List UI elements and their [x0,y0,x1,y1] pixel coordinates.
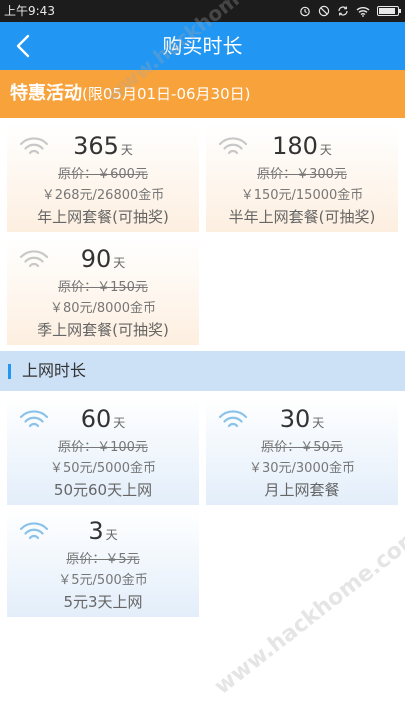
alarm-icon [300,6,310,17]
watermark: www.hackhome.com [210,523,405,700]
days-unit: 天 [120,143,133,157]
days-number: 60 [80,405,112,433]
days-unit: 天 [319,143,332,157]
days-number: 180 [272,132,318,160]
plan-name: 年上网套餐(可抽奖) [37,208,169,226]
sale-price: ￥268元/26800金币 [41,188,165,203]
sale-price: ￥30元/3000金币 [248,461,355,476]
status-bar: 上午9:43 [0,0,405,22]
plan-card-3[interactable]: 3天 原价：￥5元 ￥5元/500金币 5元3天上网 [7,509,199,617]
original-price: 原价：￥600元 [58,167,148,182]
sale-price: ￥80元/8000金币 [49,301,156,316]
promo-card-90[interactable]: 90 天 原价：￥150元 ￥80元/8000金币 季上网套餐(可抽奖) [7,237,199,345]
plan-name: 半年上网套餐(可抽奖) [228,208,376,226]
sale-price: ￥150元/15000金币 [240,188,364,203]
promo-card-180[interactable]: 180 天 原价：￥300元 ￥150元/15000金币 半年上网套餐(可抽奖) [206,124,398,232]
days-number: 30 [279,405,311,433]
days-unit: 天 [312,416,325,430]
days-unit: 天 [113,256,126,270]
wifi-icon [356,6,370,17]
sale-price: ￥5元/500金币 [58,573,148,588]
plan-card-60[interactable]: 60 天 原价：￥100元 ￥50元/5000金币 50元60天上网 [7,397,199,505]
page-title: 购买时长 [162,34,243,58]
battery-icon [377,6,401,16]
plan-name: 季上网套餐(可抽奖) [37,321,169,339]
status-time: 上午9:43 [4,4,55,18]
promo-period: (限05月01日-06月30日) [82,85,251,103]
original-price: 原价：￥50元 [261,440,343,455]
sale-price: ￥50元/5000金币 [49,461,156,476]
days-number: 3 [88,517,104,545]
plan-name: 月上网套餐 [264,481,340,499]
days-unit: 天 [105,528,118,542]
original-price: 原价：￥100元 [58,440,148,455]
promo-title: 特惠活动 [10,83,82,104]
plan-card-30[interactable]: 30 天 原价：￥50元 ￥30元/3000金币 月上网套餐 [206,397,398,505]
section-title: 上网时长 [22,361,87,380]
title-bar: 购买时长 [0,22,405,70]
section-accent-bar [8,364,11,379]
original-price: 原价：￥300元 [257,167,347,182]
promo-card-365[interactable]: 365 天 原价：￥600元 ￥268元/26800金币 年上网套餐(可抽奖) [7,124,199,232]
original-price: 原价：￥150元 [58,280,148,295]
plan-name: 50元60天上网 [53,481,153,499]
original-price: 原价：￥5元 [66,552,140,567]
days-number: 90 [80,245,112,273]
section-header: 上网时长 [0,351,405,391]
sync-icon [338,6,348,16]
plan-name: 5元3天上网 [63,593,143,611]
days-number: 365 [73,132,119,160]
days-unit: 天 [113,416,126,430]
promo-banner: 特惠活动(限05月01日-06月30日) [0,70,405,118]
status-icons [299,3,401,19]
silent-icon [318,5,330,17]
